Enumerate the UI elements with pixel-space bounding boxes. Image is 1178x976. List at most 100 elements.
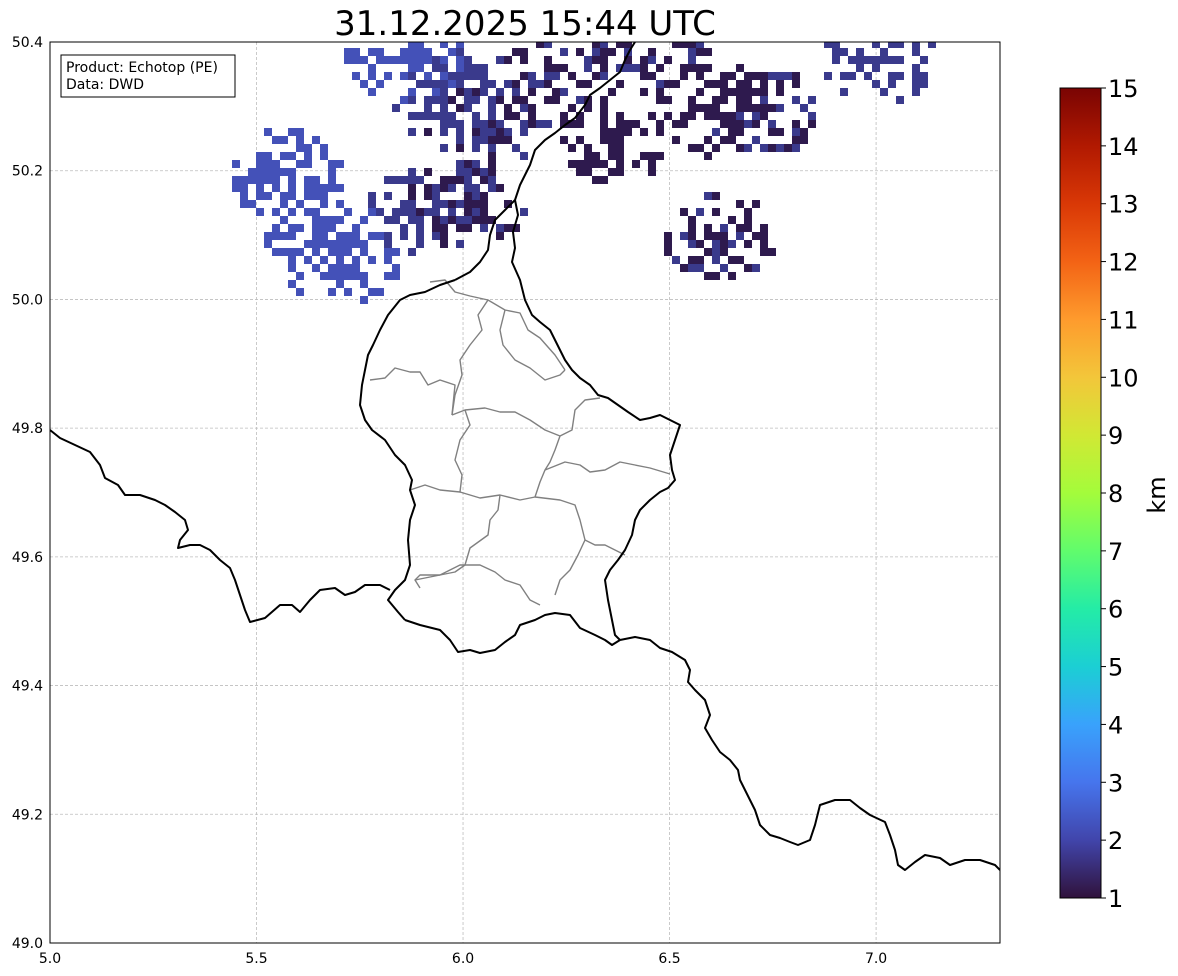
echo-cell bbox=[656, 120, 664, 128]
echo-cell bbox=[664, 248, 672, 256]
echo-cell bbox=[504, 80, 512, 88]
echo-cell bbox=[584, 144, 592, 152]
echo-cell bbox=[440, 80, 448, 88]
echo-cell bbox=[440, 112, 448, 120]
echo-cell bbox=[456, 168, 464, 176]
echo-cell bbox=[712, 256, 720, 264]
echo-cell bbox=[640, 56, 648, 64]
echo-cell bbox=[280, 248, 288, 256]
echo-cell bbox=[392, 264, 400, 272]
echo-cell bbox=[744, 216, 752, 224]
echo-cell bbox=[288, 176, 296, 184]
colorbar-tick-label: 15 bbox=[1108, 75, 1139, 103]
echo-cell bbox=[600, 56, 608, 64]
echo-cell bbox=[712, 96, 720, 104]
echo-cell bbox=[288, 128, 296, 136]
echo-cell bbox=[376, 288, 384, 296]
echo-cell bbox=[264, 128, 272, 136]
x-axis-ticks: 5.0 5.5 6.0 6.5 7.0 bbox=[39, 951, 887, 967]
colorbar-tick-label: 14 bbox=[1108, 133, 1139, 161]
echo-cell bbox=[384, 232, 392, 240]
echo-cell bbox=[432, 208, 440, 216]
echo-cell bbox=[544, 120, 552, 128]
colorbar-ticks: 123456789101112131415 bbox=[1101, 75, 1139, 913]
colorbar-tick-label: 6 bbox=[1108, 596, 1123, 624]
echo-cell bbox=[488, 176, 496, 184]
echo-cell bbox=[464, 104, 472, 112]
echo-cell bbox=[760, 232, 768, 240]
echo-cell bbox=[432, 184, 440, 192]
echo-cell bbox=[520, 48, 528, 56]
echo-cell bbox=[464, 96, 472, 104]
echo-cell bbox=[272, 160, 280, 168]
echo-cell bbox=[256, 152, 264, 160]
echo-cell bbox=[736, 80, 744, 88]
echo-cell bbox=[448, 96, 456, 104]
echo-cell bbox=[360, 240, 368, 248]
echo-cell bbox=[720, 88, 728, 96]
echo-cell bbox=[376, 80, 384, 88]
echo-cell bbox=[528, 80, 536, 88]
echo-cell bbox=[704, 272, 712, 280]
echo-cell bbox=[480, 128, 488, 136]
echo-cell bbox=[384, 248, 392, 256]
echo-cell bbox=[704, 224, 712, 232]
echo-cell bbox=[760, 96, 768, 104]
echo-cell bbox=[744, 224, 752, 232]
echo-cell bbox=[440, 216, 448, 224]
echo-cell bbox=[656, 96, 664, 104]
echo-cell bbox=[408, 88, 416, 96]
echo-cell bbox=[760, 144, 768, 152]
echo-cell bbox=[504, 112, 512, 120]
echo-cell bbox=[312, 136, 320, 144]
echo-cell bbox=[712, 272, 720, 280]
echo-cell bbox=[744, 88, 752, 96]
echo-cell bbox=[352, 48, 360, 56]
echo-cell bbox=[232, 176, 240, 184]
echo-cell bbox=[720, 112, 728, 120]
echo-cell bbox=[232, 184, 240, 192]
radar-map-figure: 31.12.2025 15:44 UTC 5.0 5.5 6.0 6.5 7.0 49.… bbox=[12, 4, 1171, 967]
echo-cell bbox=[688, 56, 696, 64]
echo-cell bbox=[920, 80, 928, 88]
echo-cell bbox=[872, 80, 880, 88]
echo-cell bbox=[400, 200, 408, 208]
x-tick-label: 6.5 bbox=[658, 951, 680, 967]
echo-cell bbox=[920, 72, 928, 80]
x-tick-label: 7.0 bbox=[865, 951, 887, 967]
echo-cell bbox=[720, 248, 728, 256]
colorbar-tick-label: 7 bbox=[1108, 538, 1123, 566]
echo-cell bbox=[280, 152, 288, 160]
echo-cell bbox=[640, 128, 648, 136]
echo-cell bbox=[672, 256, 680, 264]
echo-cell bbox=[280, 200, 288, 208]
echo-cell bbox=[800, 128, 808, 136]
echo-cell bbox=[680, 232, 688, 240]
echo-cell bbox=[664, 232, 672, 240]
echo-cell bbox=[416, 224, 424, 232]
echo-cell bbox=[520, 96, 528, 104]
echo-cell bbox=[432, 232, 440, 240]
echo-cell bbox=[336, 256, 344, 264]
echo-cell bbox=[448, 200, 456, 208]
echo-cell bbox=[464, 184, 472, 192]
echo-cell bbox=[728, 240, 736, 248]
echo-cell bbox=[264, 152, 272, 160]
echo-cell bbox=[712, 128, 720, 136]
echo-cell bbox=[448, 72, 456, 80]
echo-cell bbox=[560, 64, 568, 72]
echo-cell bbox=[440, 176, 448, 184]
echo-cell bbox=[824, 72, 832, 80]
echo-cell bbox=[272, 136, 280, 144]
echo-cell bbox=[288, 184, 296, 192]
echo-cell bbox=[576, 168, 584, 176]
x-tick-label: 5.5 bbox=[245, 951, 267, 967]
colorbar-tick-label: 12 bbox=[1108, 249, 1139, 277]
echo-cell bbox=[456, 64, 464, 72]
echo-cell bbox=[576, 160, 584, 168]
echo-cell bbox=[896, 56, 904, 64]
echo-cell bbox=[496, 56, 504, 64]
echo-cell bbox=[328, 184, 336, 192]
echo-cell bbox=[808, 112, 816, 120]
echo-cell bbox=[688, 104, 696, 112]
